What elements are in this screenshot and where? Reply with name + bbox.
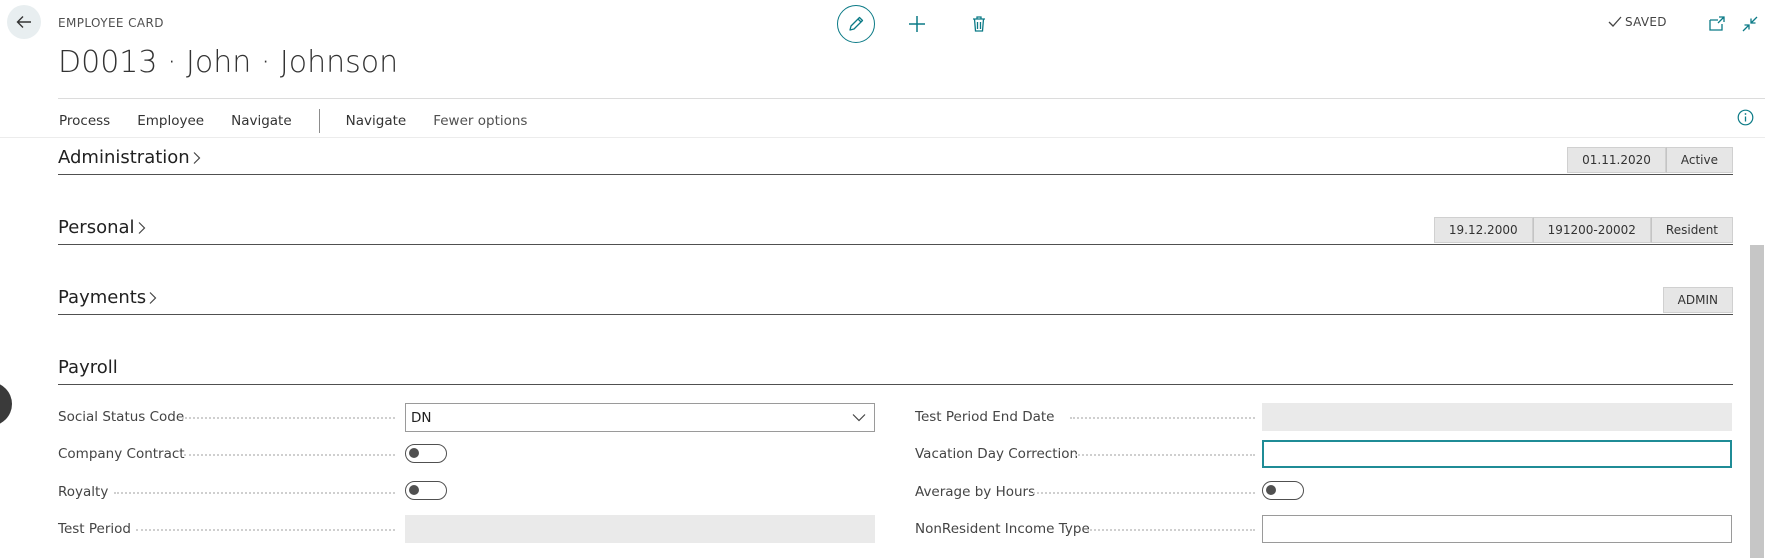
chevron-right-icon — [193, 151, 201, 164]
label-leader-dots — [1087, 529, 1255, 531]
action-employee[interactable]: Employee — [137, 113, 204, 129]
label-leader-dots — [1075, 454, 1255, 456]
section-administration: Administration 01.11.2020 Active — [58, 144, 1733, 176]
toggle-knob — [1266, 485, 1276, 495]
section-divider — [58, 244, 1733, 245]
section-personal-title: Personal — [58, 217, 135, 238]
section-divider — [58, 384, 1733, 385]
new-button[interactable] — [906, 13, 928, 35]
label-leader-dots — [182, 417, 395, 419]
info-icon — [1737, 109, 1754, 126]
average-by-hours-toggle[interactable] — [1262, 481, 1304, 500]
label-leader-dots — [136, 529, 395, 531]
toggle-knob — [409, 448, 419, 458]
label-leader-dots — [1033, 492, 1255, 494]
royalty-label: Royalty — [58, 484, 109, 500]
test-period-end-date-label: Test Period End Date — [915, 409, 1055, 425]
social-status-code-value: DN — [411, 409, 432, 426]
section-personal-header[interactable]: Personal — [58, 217, 147, 238]
plus-icon — [909, 16, 925, 32]
section-payroll: Payroll — [58, 354, 1733, 386]
header-divider — [58, 98, 1765, 99]
company-contract-label: Company Contract — [58, 446, 185, 462]
label-leader-dots — [114, 492, 395, 494]
summary-chip: 191200-20002 — [1532, 217, 1651, 243]
collapse-icon — [1742, 16, 1758, 32]
summary-chip: Active — [1665, 147, 1733, 173]
action-navigate[interactable]: Navigate — [231, 113, 292, 129]
collapse-button[interactable] — [1740, 14, 1760, 34]
saved-status: SAVED — [1608, 15, 1667, 29]
summary-chip: ADMIN — [1662, 287, 1733, 313]
back-arrow-icon — [16, 16, 31, 28]
section-personal: Personal 19.12.2000 191200-20002 Residen… — [58, 214, 1733, 246]
chevron-right-icon — [138, 221, 145, 234]
section-payroll-header[interactable]: Payroll — [58, 357, 118, 378]
section-administration-header[interactable]: Administration — [58, 147, 202, 168]
action-bar: Process Employee Navigate Navigate Fewer… — [59, 109, 554, 133]
toggle-knob — [409, 485, 419, 495]
company-contract-toggle[interactable] — [405, 444, 447, 463]
open-new-window-button[interactable] — [1707, 14, 1727, 34]
action-process[interactable]: Process — [59, 113, 110, 129]
section-payroll-title: Payroll — [58, 357, 118, 378]
administration-summary: 01.11.2020 Active — [1567, 147, 1733, 173]
test-period-end-date-field — [1262, 403, 1732, 431]
average-by-hours-label: Average by Hours — [915, 484, 1036, 500]
action-separator — [318, 109, 320, 133]
open-new-window-icon — [1709, 16, 1725, 31]
payments-summary: ADMIN — [1662, 287, 1733, 313]
action-bar-divider — [0, 137, 1765, 138]
trash-icon — [973, 16, 985, 32]
nonresident-income-type-input[interactable] — [1262, 515, 1732, 543]
section-payments-title: Payments — [58, 287, 147, 308]
checkmark-icon — [1608, 16, 1622, 27]
label-leader-dots — [184, 454, 395, 456]
social-status-code-label: Social Status Code — [58, 409, 185, 425]
vertical-scrollbar[interactable] — [1750, 245, 1764, 558]
action-navigate-promoted[interactable]: Navigate — [346, 113, 407, 129]
saved-label: SAVED — [1625, 15, 1667, 29]
test-period-field — [405, 515, 875, 543]
pencil-icon — [849, 16, 864, 31]
nonresident-income-type-label: NonResident Income Type — [915, 521, 1090, 537]
summary-chip: Resident — [1650, 217, 1733, 243]
fewer-options-button[interactable]: Fewer options — [433, 113, 527, 129]
vacation-day-correction-label: Vacation Day Correction — [915, 446, 1079, 462]
test-period-label: Test Period — [58, 521, 131, 537]
section-payments: Payments ADMIN — [58, 284, 1733, 316]
section-payments-header[interactable]: Payments — [58, 287, 158, 308]
section-divider — [58, 314, 1733, 315]
delete-button[interactable] — [969, 13, 989, 35]
chevron-right-icon — [149, 291, 157, 304]
royalty-toggle[interactable] — [405, 481, 447, 500]
social-status-code-select[interactable]: DN — [405, 403, 875, 432]
summary-chip: 01.11.2020 — [1567, 147, 1666, 173]
info-button[interactable] — [1737, 109, 1754, 130]
chevron-down-icon — [852, 414, 866, 422]
side-panel-handle[interactable] — [0, 382, 12, 426]
page-title: D0013 · John · Johnson — [58, 45, 399, 80]
section-divider — [58, 174, 1733, 175]
vacation-day-correction-input[interactable] — [1262, 440, 1732, 468]
edit-button[interactable] — [837, 5, 875, 43]
summary-chip: 19.12.2000 — [1433, 217, 1533, 243]
personal-summary: 19.12.2000 191200-20002 Resident — [1433, 217, 1733, 243]
section-administration-title: Administration — [58, 147, 190, 168]
back-button[interactable] — [7, 5, 41, 39]
label-leader-dots — [1070, 417, 1255, 419]
page-type-caption: EMPLOYEE CARD — [58, 16, 164, 30]
